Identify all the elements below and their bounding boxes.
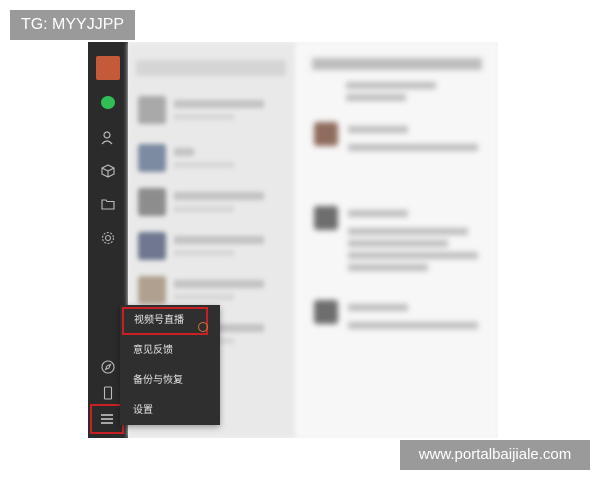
list-item[interactable] [128,222,296,268]
cursor-indicator [198,322,208,332]
chat-panel [296,42,498,438]
menu-item-feedback[interactable]: 意见反馈 [120,337,220,365]
contacts-icon[interactable] [100,130,116,146]
chat-title [312,58,482,70]
compass-icon[interactable] [100,359,116,375]
menu-item-channels-live[interactable]: 视频号直播 [122,307,208,335]
list-item[interactable] [128,86,296,132]
watermark-bottom-right: www.portalbaijiale.com [400,440,590,470]
settings-gear-icon[interactable] [100,230,116,246]
avatar [314,300,338,324]
menu-icon[interactable] [90,404,124,434]
avatar [314,206,338,230]
phone-icon[interactable] [100,385,116,401]
cube-icon[interactable] [100,163,116,179]
menu-item-settings[interactable]: 设置 [120,397,220,425]
list-item[interactable] [128,134,296,180]
avatar[interactable] [96,56,120,80]
list-item[interactable] [128,178,296,224]
avatar [314,122,338,146]
search-input[interactable] [136,60,286,76]
watermark-top-left: TG: MYYJJPP [10,10,135,40]
chat-icon[interactable] [101,96,115,109]
folder-icon[interactable] [100,196,116,212]
menu-item-backup-restore[interactable]: 备份与恢复 [120,367,220,395]
